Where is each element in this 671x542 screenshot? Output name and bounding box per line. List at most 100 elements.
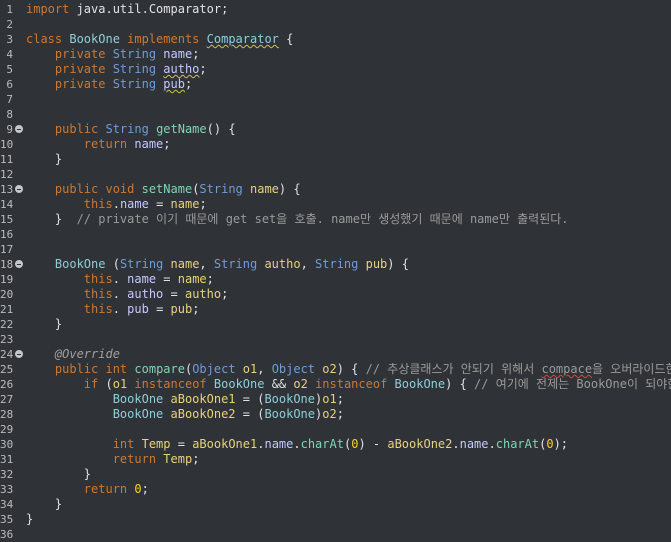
code-line[interactable]: 13 public void setName(String name) { (0, 182, 671, 197)
code-token: String (315, 257, 366, 271)
code-line[interactable]: 36 (0, 527, 671, 542)
code-line[interactable]: 33 return 0; (0, 482, 671, 497)
code-line[interactable]: 34 } (0, 497, 671, 512)
code-line[interactable]: 7 (0, 92, 671, 107)
line-number: 18 (0, 258, 14, 271)
line-number: 25 (0, 363, 14, 376)
code-line[interactable]: 29 (0, 422, 671, 437)
code-text: this. autho = autho; (26, 287, 229, 302)
code-text: class BookOne implements Comparator { (26, 32, 293, 47)
code-token: BookOne (54, 257, 113, 271)
code-line[interactable]: 35} (0, 512, 671, 527)
code-token: String (119, 257, 171, 271)
code-token: import (26, 2, 77, 16)
code-line[interactable]: 3 class BookOne implements Comparator { (0, 32, 671, 47)
code-token: ( (105, 377, 113, 391)
code-line[interactable]: 4 private String name; (0, 47, 671, 62)
code-text: this. pub = pub; (26, 302, 200, 317)
fold-collapse-icon[interactable] (15, 125, 23, 133)
code-token: . (112, 302, 128, 316)
code-token: aBookOne2 (387, 437, 453, 451)
fold-collapse-icon[interactable] (15, 350, 23, 358)
code-token: ; (192, 302, 200, 316)
code-token: ; (206, 272, 214, 286)
code-token: . (112, 197, 120, 211)
code-token: Comparator (206, 32, 279, 46)
code-line[interactable]: 32 } (0, 467, 671, 482)
code-line[interactable]: 9 public String getName() { (0, 122, 671, 137)
code-token: } (26, 212, 77, 226)
fold-collapse-icon[interactable] (15, 260, 23, 268)
code-line[interactable]: 21 this. pub = pub; (0, 302, 671, 317)
code-token: ; (192, 47, 200, 61)
code-text: } (26, 152, 62, 167)
code-line[interactable]: 15 } // private 이기 때문에 get set을 호출. name… (0, 212, 671, 227)
code-token: // private 이기 때문에 get set을 호출. name만 생성했… (76, 212, 569, 226)
code-token: o1 (322, 392, 337, 406)
line-number: 22 (0, 318, 14, 331)
code-line[interactable]: 6 private String pub; (0, 77, 671, 92)
code-line[interactable]: 30 int Temp = aBookOne1.name.charAt(0) -… (0, 437, 671, 452)
code-line[interactable]: 24 @Override (0, 347, 671, 362)
code-line[interactable]: 17 (0, 242, 671, 257)
code-token: pub (163, 77, 185, 91)
code-token: charAt (300, 437, 344, 451)
line-number: 9 (6, 123, 13, 136)
code-token: private (54, 77, 113, 91)
code-line[interactable]: 5 private String autho; (0, 62, 671, 77)
code-line[interactable]: 25 public int compare(Object o1, Object … (0, 362, 671, 377)
code-token: } (26, 317, 63, 331)
line-number: 36 (0, 528, 14, 541)
code-line[interactable]: 12 (0, 167, 671, 182)
code-line[interactable]: 27 BookOne aBookOne1 = (BookOne)o1; (0, 392, 671, 407)
code-line[interactable]: 22 } (0, 317, 671, 332)
code-token: && (271, 377, 294, 391)
code-token: name (177, 272, 207, 286)
code-line[interactable]: 16 (0, 227, 671, 242)
code-text: } (26, 317, 62, 332)
code-token: String (112, 77, 164, 91)
code-token: ( (112, 257, 120, 271)
code-line[interactable]: 14 this.name = name; (0, 197, 671, 212)
code-token: autho (264, 257, 301, 271)
code-line[interactable]: 23 (0, 332, 671, 347)
line-number: 7 (6, 93, 13, 106)
code-line[interactable]: 18 BookOne (String name, String autho, S… (0, 257, 671, 272)
line-number: 5 (6, 63, 13, 76)
code-text: public void setName(String name) { (26, 182, 301, 197)
code-token: ; (184, 77, 193, 91)
code-token: String (112, 62, 164, 76)
code-line[interactable]: 20 this. autho = autho; (0, 287, 671, 302)
code-line[interactable]: 19 this. name = name; (0, 272, 671, 287)
code-line[interactable]: 1 import java.util.Comparator; (0, 2, 671, 17)
code-token: () { (206, 122, 236, 136)
code-line[interactable]: 11 } (0, 152, 671, 167)
code-token: pub (170, 302, 193, 316)
code-token: = ( (235, 392, 265, 406)
code-token: String (105, 122, 157, 136)
code-line[interactable]: 8 (0, 107, 671, 122)
code-token: ); (553, 437, 569, 451)
line-number: 14 (0, 198, 14, 211)
code-token: . (293, 437, 301, 451)
line-number: 15 (0, 213, 14, 226)
code-text: BookOne aBookOne1 = (BookOne)o1; (26, 392, 344, 407)
code-token: { (278, 32, 294, 46)
code-line[interactable]: 10 return name; (0, 137, 671, 152)
line-number: 2 (6, 18, 13, 31)
code-line[interactable]: 31 return Temp; (0, 452, 671, 467)
code-editor[interactable]: 1 import java.util.Comparator; 2 3 class Boo… (0, 0, 671, 541)
code-line[interactable]: 2 (0, 17, 671, 32)
code-token: ) { (278, 182, 301, 196)
code-line[interactable]: 26 if (o1 instanceof BookOne && o2 insta… (0, 377, 671, 392)
line-number: 34 (0, 498, 14, 511)
fold-collapse-icon[interactable] (15, 185, 23, 193)
code-token: o1 (112, 377, 135, 391)
code-token: autho (184, 287, 222, 301)
code-line[interactable]: 28 BookOne aBookOne2 = (BookOne)o2; (0, 407, 671, 422)
